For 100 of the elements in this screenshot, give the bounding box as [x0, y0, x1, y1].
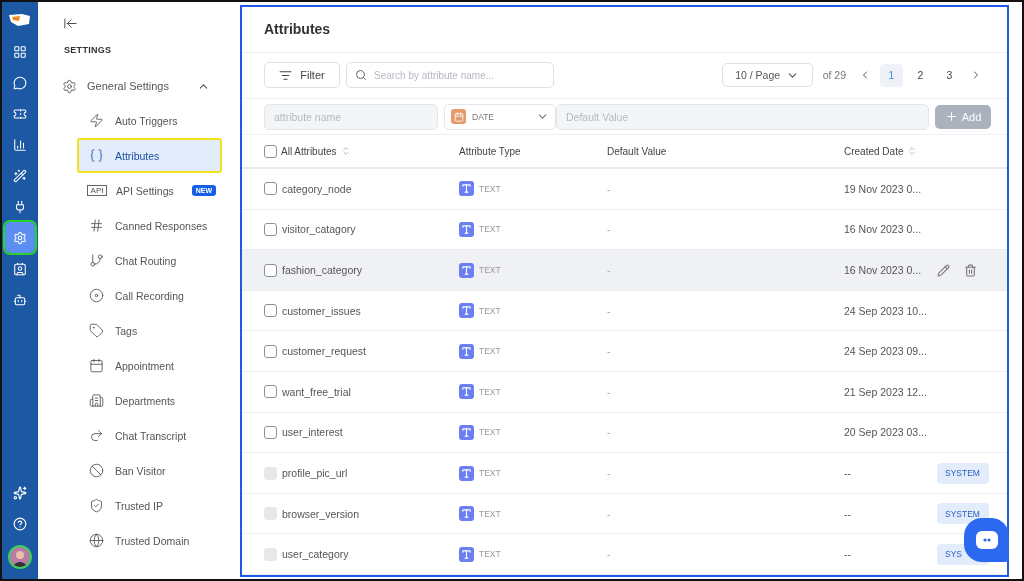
attribute-name: user_category [282, 548, 349, 561]
attribute-name: want_free_trial [282, 385, 351, 398]
text-type-icon [459, 262, 474, 278]
row-checkbox[interactable] [264, 263, 277, 277]
created-date: -- [844, 467, 852, 479]
globe-icon [89, 533, 104, 548]
sidebar-item[interactable]: Trusted IP [77, 488, 222, 523]
default-value: - [607, 385, 612, 398]
curved-arrow-icon [89, 428, 104, 443]
sidebar-item-label: Trusted Domain [115, 534, 190, 547]
shield-check-icon [89, 498, 104, 513]
sidebar-item[interactable]: Trusted Domain [77, 523, 222, 558]
created-date: 20 Sep 2023 03... [844, 426, 928, 439]
created-date: -- [844, 548, 852, 561]
search-field[interactable]: Search by attribute name... [346, 62, 554, 89]
filter-button[interactable]: Filter [264, 62, 340, 89]
logo-icon [8, 12, 32, 28]
default-value: - [607, 426, 612, 439]
column-header: Default Value [607, 145, 667, 157]
sidebar-item-label: Departments [115, 394, 176, 407]
created-date: 21 Sep 2023 12... [844, 385, 928, 398]
page-button[interactable]: 2 [909, 63, 932, 87]
hash-icon [89, 218, 104, 233]
type-select[interactable]: DATE [444, 103, 556, 130]
chat-launcher-button[interactable] [964, 518, 1009, 562]
sidebar-item[interactable]: Tags [77, 313, 222, 348]
sidebar-item[interactable]: Canned Responses [77, 208, 222, 243]
text-type-icon [459, 181, 474, 197]
attribute-type: TEXT [479, 305, 501, 316]
attribute-type: TEXT [479, 508, 501, 519]
sidebar-item[interactable]: Attributes [77, 138, 222, 173]
attribute-type: TEXT [479, 386, 501, 397]
calendar-icon [89, 358, 104, 373]
filter-icon [279, 68, 293, 82]
attribute-name: category_node [282, 182, 352, 195]
default-value: - [607, 182, 612, 195]
column-header: Created Date [844, 145, 904, 157]
created-date: 24 Sep 2023 09... [844, 345, 928, 358]
default-value: - [607, 467, 612, 479]
text-type-icon [459, 384, 474, 400]
sidebar-item[interactable]: Call Recording [77, 278, 222, 313]
braces-icon [89, 148, 104, 163]
default-value: - [607, 264, 612, 277]
page-title: Attributes [242, 7, 1007, 53]
settings-icon[interactable] [5, 222, 35, 253]
attribute-name: customer_request [282, 345, 367, 358]
row-checkbox[interactable] [264, 425, 277, 439]
tag-icon [89, 323, 104, 338]
sidebar-item[interactable]: Auto Triggers [77, 103, 222, 138]
building-icon [89, 393, 104, 408]
default-value: - [607, 304, 612, 317]
row-checkbox[interactable] [264, 344, 277, 358]
text-type-icon [459, 424, 474, 440]
row-checkbox[interactable] [264, 385, 277, 399]
lightning-icon [89, 113, 104, 128]
attribute-name-field[interactable]: attribute name [264, 103, 438, 130]
text-type-icon [459, 506, 474, 522]
sidebar-item-label: Attributes [115, 149, 160, 162]
avatar[interactable] [8, 545, 32, 569]
created-date: 16 Nov 2023 0... [844, 264, 923, 277]
default-value-field[interactable]: Default Value [556, 103, 929, 130]
default-value: - [607, 507, 612, 520]
attribute-type: TEXT [479, 549, 501, 560]
system-tag: SYSTEM [937, 462, 989, 484]
default-value: - [607, 345, 612, 358]
page-size-select[interactable]: 10 / Page [721, 63, 813, 88]
sidebar-item-label: Canned Responses [115, 219, 208, 232]
general-settings-group[interactable]: General Settings [62, 76, 210, 96]
sidebar-item[interactable]: Departments [77, 383, 222, 418]
attribute-name: customer_issues [282, 304, 361, 317]
sidebar-item[interactable]: Appointment [77, 348, 222, 383]
row-checkbox[interactable] [264, 222, 277, 236]
sidebar-item-label: API Settings [116, 184, 174, 197]
attribute-type: TEXT [479, 346, 501, 357]
text-type-icon [459, 303, 474, 319]
attribute-type: TEXT [479, 265, 501, 276]
row-checkbox[interactable] [264, 182, 277, 196]
created-date: 24 Sep 2023 10... [844, 304, 928, 317]
text-type-icon [459, 465, 474, 481]
sidebar-item[interactable]: Chat Transcript [77, 418, 222, 453]
plus-icon [944, 110, 958, 124]
created-date: 16 Nov 2023 0... [844, 223, 923, 236]
sidebar-item-label: Trusted IP [115, 499, 164, 512]
api-icon: API [87, 185, 107, 196]
delete-icon[interactable] [964, 263, 977, 277]
page-total: of 29 [822, 69, 846, 82]
settings-heading: SETTINGS [64, 45, 113, 55]
branch-icon [89, 253, 104, 268]
attribute-name: profile_pic_url [282, 467, 348, 479]
sidebar-item[interactable]: Ban Visitor [77, 453, 222, 488]
column-header: All Attributes [281, 145, 337, 157]
sidebar-item-label: Tags [115, 324, 138, 337]
gear-icon [62, 78, 77, 94]
sidebar-item[interactable]: Chat Routing [77, 243, 222, 278]
page-button[interactable]: 3 [938, 63, 961, 87]
edit-icon[interactable] [937, 263, 950, 277]
select-all-checkbox[interactable] [264, 144, 277, 158]
created-date: -- [844, 507, 852, 520]
row-checkbox[interactable] [264, 304, 277, 318]
disc-icon [89, 288, 104, 303]
